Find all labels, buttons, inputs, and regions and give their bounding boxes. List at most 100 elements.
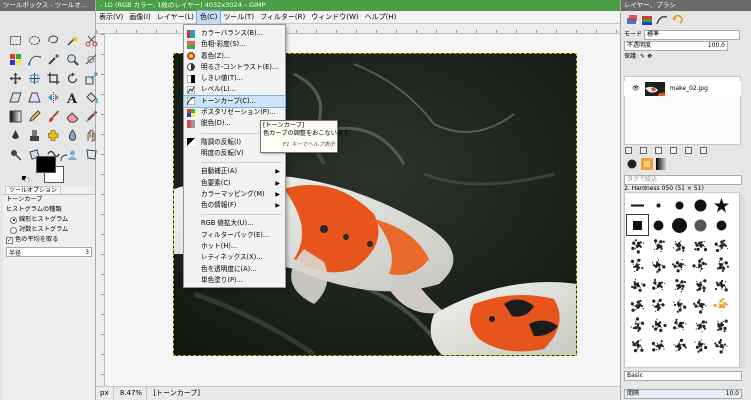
menu-curves[interactable]: トーンカーブ(C)... [183, 94, 286, 109]
brush-thumbnail[interactable] [669, 335, 690, 355]
layer-visibility-icon[interactable]: 👁 [632, 85, 640, 92]
clone-icon[interactable] [26, 128, 42, 143]
lower-layer-button[interactable] [655, 147, 662, 154]
brush-thumbnail[interactable] [690, 295, 711, 315]
color-select-icon[interactable] [7, 52, 23, 67]
brush-thumbnail[interactable] [690, 255, 711, 275]
gradients-tab-icon[interactable] [656, 158, 668, 170]
brush-thumbnail[interactable] [690, 275, 711, 295]
menu-max-rgb[interactable]: RGB 値拡大(U)... [184, 218, 285, 229]
menu-color-balance[interactable]: カラーバランス(B)... [184, 28, 285, 39]
menu-mono[interactable]: 単色塗り(P)... [184, 275, 285, 286]
sample-radius-field[interactable]: 半径 3 [6, 247, 92, 257]
brush-thumbnail[interactable] [648, 195, 669, 215]
opacity-slider[interactable]: 不透明度 100.0 [624, 40, 728, 51]
brush-thumbnail[interactable] [627, 315, 648, 335]
menu-color-to-alpha[interactable]: 色を透明度に(A)... [184, 264, 285, 275]
brush-thumbnail[interactable] [711, 215, 732, 235]
brush-thumbnail[interactable] [648, 235, 669, 255]
brushes-tab-icon[interactable] [626, 158, 638, 170]
brush-thumbnail[interactable] [711, 315, 732, 335]
brush-thumbnail[interactable] [669, 235, 690, 255]
perspective-icon[interactable] [26, 90, 42, 105]
brush-thumbnail[interactable] [627, 335, 648, 355]
menu-colors[interactable]: 色(C) [195, 9, 222, 25]
fuzzy-select-icon[interactable] [64, 33, 80, 48]
unit-selector[interactable]: px [96, 387, 114, 400]
menu-help[interactable]: ヘルプ(H) [362, 11, 400, 24]
ellipse-select-icon[interactable] [26, 33, 42, 48]
log-histogram-option[interactable]: 対数ヒストグラム [3, 225, 95, 235]
linear-histogram-radio[interactable] [10, 216, 17, 224]
brush-thumbnail[interactable] [711, 295, 732, 315]
brush-thumbnail[interactable] [690, 235, 711, 255]
raise-layer-button[interactable] [640, 147, 647, 154]
opacity-row[interactable]: 不透明度 100.0 [621, 40, 751, 51]
sample-average-checkbox[interactable]: ✓ [6, 236, 13, 244]
brush-thumbnail[interactable] [669, 255, 690, 275]
brush-thumbnail[interactable] [627, 195, 648, 215]
airbrush-icon[interactable] [83, 109, 99, 124]
layer-row[interactable]: 👁 make_02.jpg [624, 81, 741, 96]
paths-icon[interactable] [26, 52, 42, 67]
menu-levels[interactable]: レベル(L)... [184, 84, 285, 95]
undo-history-tab-icon[interactable] [671, 14, 683, 26]
brush-thumbnail[interactable] [648, 255, 669, 275]
zoom-icon[interactable] [64, 52, 80, 67]
brush-thumbnail[interactable] [711, 195, 732, 215]
foreground-color-swatch[interactable] [36, 156, 56, 173]
pencil-icon[interactable] [26, 109, 42, 124]
brush-scrollbar[interactable] [739, 195, 745, 368]
menu-hue-saturation[interactable]: 色相-彩度(S)... [184, 39, 285, 50]
align-icon[interactable] [26, 71, 42, 86]
brush-thumbnail[interactable] [669, 315, 690, 335]
menu-view[interactable]: 表示(V) [96, 11, 126, 24]
sample-average-option[interactable]: ✓ 色の平均を取る [3, 235, 95, 245]
brush-thumbnail[interactable] [690, 195, 711, 215]
menu-threshold[interactable]: しきい値(T)... [184, 73, 285, 84]
move-icon[interactable] [7, 71, 23, 86]
scale-icon[interactable] [83, 71, 99, 86]
brush-thumbnail[interactable] [648, 315, 669, 335]
menu-colorize[interactable]: 着色(Z)... [184, 51, 285, 62]
horizontal-ruler[interactable] [96, 24, 620, 34]
brush-thumbnail[interactable] [669, 275, 690, 295]
menu-hot[interactable]: ホット(H)... [184, 241, 285, 252]
smudge-icon[interactable] [83, 128, 99, 143]
linear-histogram-option[interactable]: 線形ヒストグラム [3, 215, 95, 225]
menu-filters[interactable]: フィルター(R) [257, 11, 308, 24]
scissors-icon[interactable] [83, 33, 99, 48]
menu-layer[interactable]: レイヤー(L) [154, 11, 197, 24]
brush-thumbnail[interactable] [648, 295, 669, 315]
brush-thumbnail[interactable] [648, 275, 669, 295]
eraser-icon[interactable] [64, 109, 80, 124]
menu-image[interactable]: 画像(I) [126, 11, 154, 24]
menu-windows[interactable]: ウィンドウ(W) [308, 11, 361, 24]
brush-thumbnail[interactable] [711, 275, 732, 295]
brush-thumbnail[interactable] [648, 215, 669, 235]
shear-icon[interactable] [7, 90, 23, 105]
menu-posterize[interactable]: ポスタリゼーション(P)... [184, 107, 285, 118]
brush-thumbnail[interactable] [690, 215, 711, 235]
brush-preset-select[interactable]: Basic [624, 370, 742, 381]
menu-brightness-contrast[interactable]: 明るさ-コントラスト(E)... [184, 62, 285, 73]
brush-thumbnail[interactable] [711, 255, 732, 275]
patterns-tab-icon[interactable] [641, 158, 653, 170]
zoom-level[interactable]: 8.47% [116, 387, 148, 400]
menu-components[interactable]: 色要素(C) ▶ [184, 178, 285, 189]
brush-thumbnail[interactable] [690, 315, 711, 335]
brush-thumbnail[interactable] [690, 335, 711, 355]
fg-bg-colors[interactable] [18, 152, 78, 186]
menu-map[interactable]: カラーマッピング(M) ▶ [184, 189, 285, 200]
layers-tab-icon[interactable] [626, 14, 638, 26]
brush-preset-row[interactable]: Basic [621, 370, 746, 381]
log-histogram-radio[interactable] [10, 226, 17, 234]
spacing-slider[interactable]: 間隔 10.0 [624, 388, 742, 399]
flip-icon[interactable] [45, 90, 61, 105]
layer-name[interactable]: make_02.jpg [670, 85, 708, 92]
layer-mode-row[interactable]: モード 標準 [621, 29, 751, 40]
channels-tab-icon[interactable] [641, 14, 653, 26]
lock-pixels-icon[interactable]: ✎ [640, 51, 645, 62]
brush-thumbnail[interactable] [627, 235, 648, 255]
brush-grid-panel[interactable] [624, 192, 740, 368]
